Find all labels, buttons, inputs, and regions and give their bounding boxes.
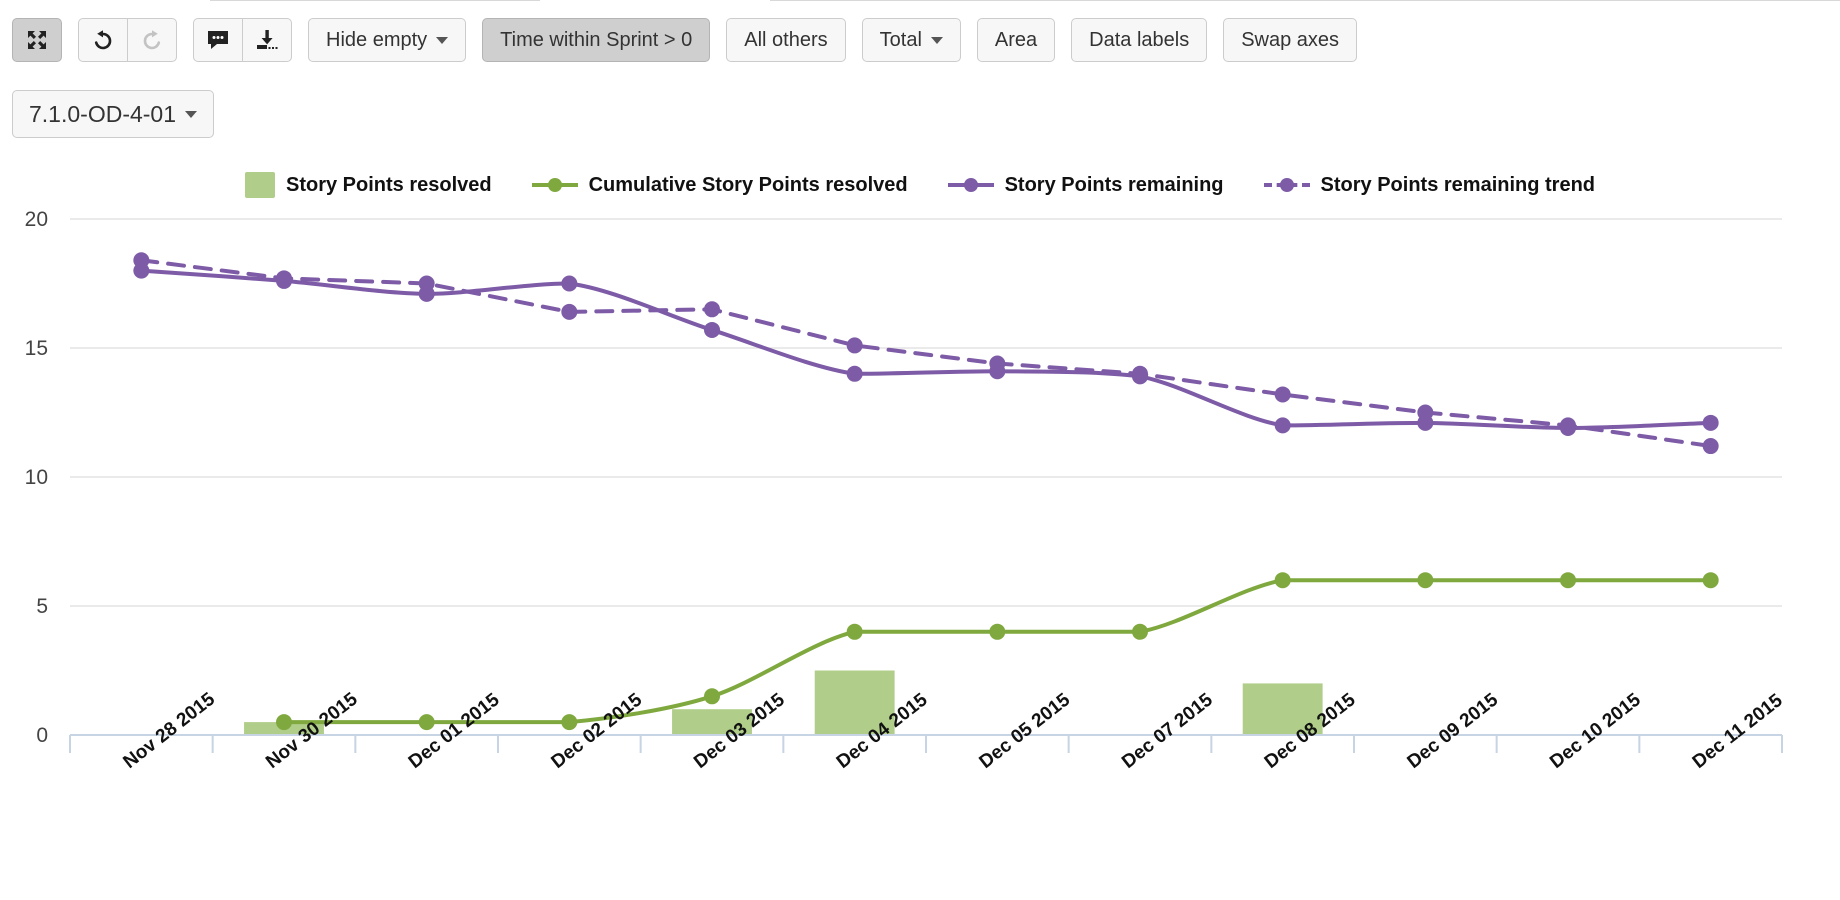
total-dropdown[interactable]: Total <box>861 18 961 62</box>
data-labels-button[interactable]: Data labels <box>1071 18 1208 62</box>
legend-item[interactable]: Cumulative Story Points resolved <box>531 173 908 197</box>
hide-empty-label: Hide empty <box>326 29 428 51</box>
data-point-marker[interactable] <box>1417 404 1434 421</box>
legend-swatch-bar <box>244 172 275 198</box>
data-point-marker[interactable] <box>276 270 292 287</box>
data-point-marker[interactable] <box>133 252 150 269</box>
legend-swatch-line <box>947 176 994 194</box>
x-axis-tick-label: Dec 09 2015 <box>1403 689 1502 773</box>
data-point-marker[interactable] <box>704 688 720 705</box>
legend-marker-dot <box>1279 178 1294 192</box>
data-point-marker[interactable] <box>846 337 863 354</box>
legend-item[interactable]: Story Points remaining trend <box>1263 173 1596 197</box>
undo-button[interactable] <box>78 18 128 62</box>
time-within-sprint-button[interactable]: Time within Sprint > 0 <box>482 18 711 62</box>
data-point-marker[interactable] <box>1702 438 1719 455</box>
y-axis-tick-label: 5 <box>36 595 48 618</box>
legend-item-label: Story Points resolved <box>285 173 492 196</box>
data-point-marker[interactable] <box>561 275 578 292</box>
chart-toolbar: Hide empty Time within Sprint > 0 All ot… <box>12 18 1358 62</box>
area-label: Area <box>994 29 1038 51</box>
x-axis-tick-label: Dec 10 2015 <box>1546 689 1645 773</box>
y-axis-tick-label: 20 <box>25 208 48 231</box>
y-axis-tick-label: 0 <box>36 724 48 747</box>
x-axis-tick-label: Dec 07 2015 <box>1118 689 1217 773</box>
x-axis-tick-label: Dec 11 2015 <box>1689 690 1787 773</box>
version-label: 7.1.0-OD-4-01 <box>29 100 177 127</box>
x-axis-tick-label: Dec 01 2015 <box>405 689 504 773</box>
data-point-marker[interactable] <box>1274 417 1291 434</box>
data-point-marker[interactable] <box>989 623 1006 640</box>
chevron-down-icon <box>185 110 198 118</box>
data-point-marker[interactable] <box>704 301 720 318</box>
chevron-down-icon <box>930 36 943 44</box>
expand-arrows-icon <box>25 28 49 52</box>
share-button-group <box>193 18 292 62</box>
series-line <box>139 268 1713 430</box>
legend-item-label: Cumulative Story Points resolved <box>588 173 908 196</box>
download-icon <box>255 28 279 52</box>
data-point-marker[interactable] <box>989 355 1006 372</box>
data-point-marker[interactable] <box>846 365 863 382</box>
swap-axes-label: Swap axes <box>1241 29 1340 51</box>
data-point-marker[interactable] <box>561 303 578 320</box>
filter-row: 7.1.0-OD-4-01 <box>12 90 215 138</box>
chart-page: Hide empty Time within Sprint > 0 All ot… <box>0 0 1840 900</box>
expand-button-group <box>12 18 62 62</box>
total-label: Total <box>879 29 922 51</box>
data-point-marker[interactable] <box>704 321 720 338</box>
comment-button[interactable] <box>193 18 243 62</box>
data-point-marker[interactable] <box>1702 414 1719 431</box>
data-point-marker[interactable] <box>418 714 435 731</box>
chevron-down-icon <box>436 36 449 44</box>
all-others-button[interactable]: All others <box>726 18 846 62</box>
data-point-marker[interactable] <box>561 714 578 731</box>
data-point-marker[interactable] <box>846 623 863 640</box>
data-point-marker[interactable] <box>1274 386 1291 403</box>
y-axis-tick-label: 10 <box>25 466 48 489</box>
time-within-sprint-label: Time within Sprint > 0 <box>500 29 693 51</box>
y-axis-tick-label: 15 <box>25 337 48 360</box>
legend-item[interactable]: Story Points resolved <box>244 172 492 198</box>
data-point-marker[interactable] <box>1132 365 1148 382</box>
swap-axes-button[interactable]: Swap axes <box>1223 18 1358 62</box>
redo-icon <box>140 28 164 52</box>
x-axis-tick-label: Dec 05 2015 <box>975 689 1074 773</box>
legend-swatch-line <box>531 176 578 194</box>
comment-bubble-icon <box>206 29 230 51</box>
legend-item[interactable]: Story Points remaining <box>947 173 1224 197</box>
chart-svg: 05101520Nov 28 2015 Nov 30 2015 Dec 01 201… <box>25 208 1787 773</box>
data-point-marker[interactable] <box>418 275 435 292</box>
chart-legend: Story Points resolved Cumulative Story Po… <box>0 172 1840 198</box>
data-point-marker[interactable] <box>1560 572 1576 589</box>
all-others-label: All others <box>744 29 828 51</box>
download-button[interactable] <box>242 18 292 62</box>
x-axis-tick-label: Nov 28 2015 <box>119 688 219 772</box>
trend-line <box>139 258 1713 449</box>
data-point-marker[interactable] <box>1702 572 1719 589</box>
chart-area: 0 5 10 15 20 Nov 28 2015 Nov 30 2015 Dec 01 201… <box>0 205 1840 785</box>
legend-swatch-line <box>1263 176 1310 194</box>
data-labels-label: Data labels <box>1089 29 1190 51</box>
legend-item-label: Story Points remaining trend <box>1320 173 1596 196</box>
legend-marker-dot <box>547 178 562 192</box>
version-dropdown[interactable]: 7.1.0-OD-4-01 <box>12 90 215 138</box>
hide-empty-dropdown[interactable]: Hide empty <box>308 18 467 62</box>
history-button-group <box>78 18 177 62</box>
data-point-marker[interactable] <box>1560 417 1576 434</box>
expand-button[interactable] <box>12 18 62 62</box>
legend-item-label: Story Points remaining <box>1004 173 1224 196</box>
tab-hairline-right <box>770 0 1840 1</box>
data-point-marker[interactable] <box>1274 572 1291 589</box>
legend-marker-dot <box>963 178 978 192</box>
tab-hairline-left <box>210 0 540 1</box>
data-point-marker[interactable] <box>1132 623 1148 640</box>
undo-icon <box>91 28 115 52</box>
area-button[interactable]: Area <box>976 18 1056 62</box>
data-point-marker[interactable] <box>276 714 292 731</box>
data-point-marker[interactable] <box>1417 572 1434 589</box>
redo-button[interactable] <box>127 18 177 62</box>
x-axis-tick-label: Dec 02 2015 <box>547 689 646 773</box>
